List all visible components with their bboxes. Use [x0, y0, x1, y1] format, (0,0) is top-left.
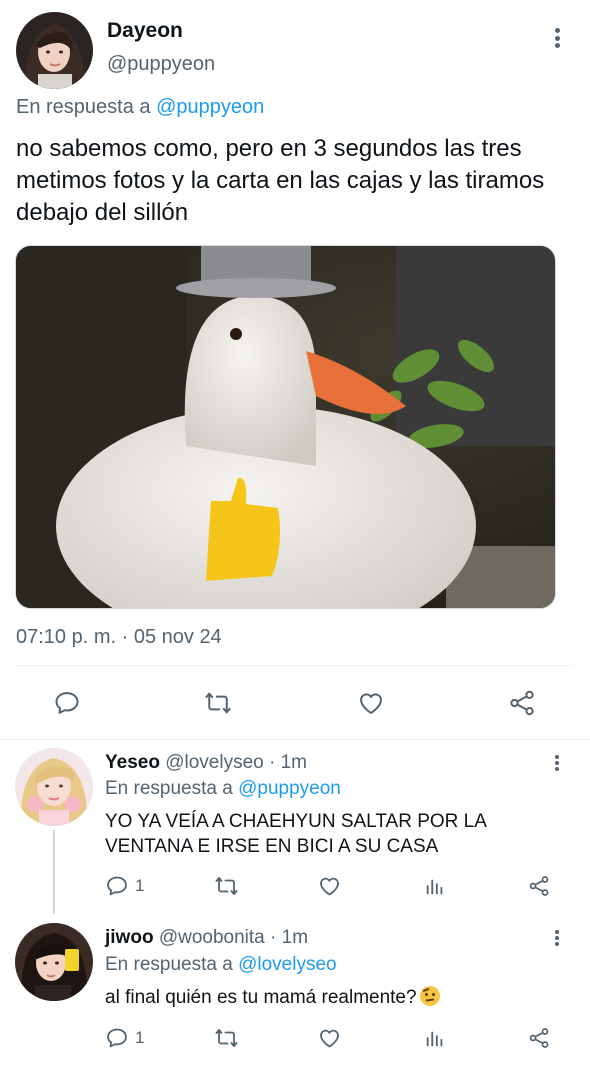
share-icon [529, 876, 549, 896]
like-button[interactable] [317, 1026, 342, 1050]
reply-author-name[interactable]: jiwoo [105, 927, 154, 948]
share-button[interactable] [507, 688, 537, 718]
share-button[interactable] [527, 1026, 551, 1050]
retweet-button[interactable] [214, 874, 239, 898]
author-name[interactable]: Dayeon [107, 19, 183, 43]
tweet-media-image[interactable] [15, 245, 556, 609]
thread-line [53, 830, 55, 914]
more-options-icon[interactable] [547, 927, 567, 949]
retweet-button[interactable] [214, 1026, 239, 1050]
like-icon [360, 693, 382, 714]
reply-author-handle[interactable]: @lovelyseo [165, 752, 264, 773]
retweet-icon [205, 692, 231, 714]
divider [0, 739, 590, 740]
author-handle[interactable]: @puppyeon [107, 53, 215, 76]
avatar[interactable] [15, 923, 93, 1001]
reply-icon [55, 692, 79, 714]
reply-text: al final quién es tu mamá realmente? [105, 987, 417, 1008]
reply-button[interactable]: 1 [105, 874, 144, 898]
tweet-text: no sabemos como, pero en 3 segundos las … [16, 135, 545, 226]
reply-text-container: al final quién es tu mamá realmente? [105, 985, 525, 1010]
analytics-icon [426, 879, 443, 895]
avatar[interactable] [16, 12, 93, 89]
analytics-button[interactable] [424, 1026, 446, 1050]
like-icon [320, 1029, 339, 1048]
like-button[interactable] [356, 689, 386, 717]
reply-prefix: En respuesta a [105, 778, 239, 799]
share-icon [510, 690, 534, 716]
reply-handle-link[interactable]: @puppyeon [238, 778, 341, 799]
retweet-icon [215, 877, 238, 895]
avatar[interactable] [15, 748, 93, 826]
reply-icon [107, 1028, 127, 1048]
reply-text: YO YA VEÍA A CHAEHYUN SALTAR POR LA VENT… [105, 811, 486, 857]
more-options-icon[interactable] [547, 752, 567, 774]
reply-prefix: En respuesta a [105, 954, 239, 975]
reply-header: jiwoo @woobonita · 1m [105, 927, 308, 949]
share-icon [529, 1028, 549, 1048]
reply-count: 1 [135, 1028, 145, 1047]
tweet-timestamp[interactable]: 07:10 p. m. · 05 nov 24 [16, 626, 222, 649]
reply-handle-link[interactable]: @puppyeon [156, 96, 264, 118]
analytics-icon [426, 1031, 443, 1047]
main-tweet: Dayeon @puppyeon En respuesta a @puppyeo… [0, 0, 590, 740]
reply-button[interactable] [53, 689, 81, 717]
reply-author-name[interactable]: Yeseo [105, 752, 160, 773]
reply-prefix: En respuesta a [16, 96, 157, 118]
reply-handle-link[interactable]: @lovelyseo [238, 954, 337, 975]
reply-icon [107, 876, 127, 896]
like-icon [320, 877, 339, 896]
raised-eyebrow-emoji-icon [419, 986, 440, 1006]
reply-time[interactable]: · 1m [269, 752, 307, 773]
reply-count: 1 [135, 876, 145, 895]
reply-header: Yeseo @lovelyseo · 1m [105, 752, 307, 774]
share-button[interactable] [527, 874, 551, 898]
analytics-button[interactable] [424, 874, 446, 898]
reply-time[interactable]: · 1m [270, 927, 308, 948]
reply-author-handle[interactable]: @woobonita [159, 927, 265, 948]
reply-button[interactable]: 1 [105, 1026, 144, 1050]
retweet-icon [215, 1029, 238, 1047]
reply-context: En respuesta a @puppyeon [16, 96, 264, 119]
reply-context: En respuesta a @puppyeon [105, 778, 341, 800]
divider [16, 665, 574, 666]
like-button[interactable] [317, 874, 342, 898]
retweet-button[interactable] [203, 689, 233, 717]
more-options-icon[interactable] [547, 25, 567, 51]
reply-context: En respuesta a @lovelyseo [105, 954, 337, 976]
